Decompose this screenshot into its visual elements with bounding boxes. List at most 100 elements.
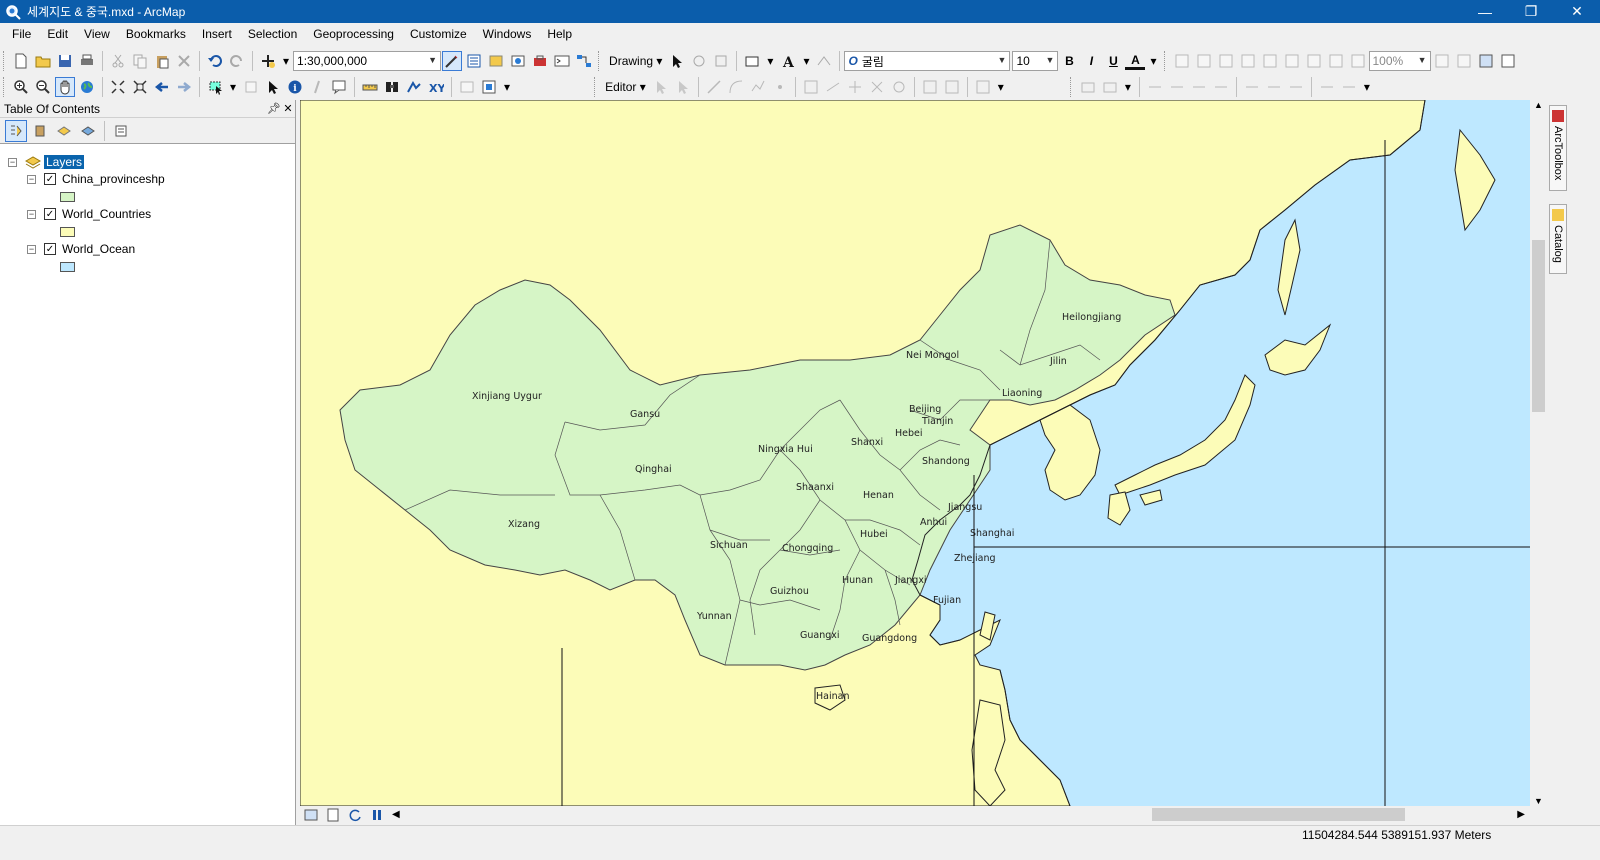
toggle-draft-icon[interactable]: [1432, 51, 1452, 71]
end-point-arc-icon[interactable]: [726, 77, 746, 97]
collapse-icon[interactable]: −: [27, 244, 36, 254]
trace-icon[interactable]: [748, 77, 768, 97]
cut-icon[interactable]: [108, 51, 128, 71]
identify-icon[interactable]: i: [285, 77, 305, 97]
edit-vertices-icon[interactable]: [814, 51, 834, 71]
font-color-button[interactable]: A: [1125, 52, 1146, 70]
editor-toolbar-toggle-icon[interactable]: [442, 51, 463, 71]
layer-row-world-ocean[interactable]: − ✓ World_Ocean: [27, 241, 135, 257]
map-topology-icon[interactable]: [1100, 77, 1120, 97]
layer-visibility-checkbox[interactable]: ✓: [44, 243, 56, 255]
zoom-whole-page-icon[interactable]: [1238, 51, 1258, 71]
focus-data-frame-icon[interactable]: [1454, 51, 1474, 71]
zoom-out-icon[interactable]: [33, 77, 53, 97]
open-folder-icon[interactable]: [33, 51, 53, 71]
collapse-icon[interactable]: −: [8, 157, 17, 167]
show-shared-features-icon[interactable]: [1167, 77, 1187, 97]
paste-icon[interactable]: [152, 51, 172, 71]
straight-segment-icon[interactable]: [704, 77, 724, 97]
list-by-visibility-icon[interactable]: [53, 120, 75, 142]
topology-edit-tool-icon[interactable]: [1145, 77, 1165, 97]
cut-polygons-icon[interactable]: [845, 77, 865, 97]
change-layout-icon[interactable]: [1476, 51, 1496, 71]
error-inspector-icon[interactable]: [1286, 77, 1306, 97]
table-of-contents-icon[interactable]: [464, 51, 484, 71]
layer-visibility-checkbox[interactable]: ✓: [44, 208, 56, 220]
menu-customize[interactable]: Customize: [402, 23, 475, 45]
add-data-dropdown-icon[interactable]: ▾: [279, 54, 293, 68]
add-data-icon[interactable]: [258, 51, 278, 71]
china-provinces-symbol[interactable]: [60, 192, 75, 202]
select-features-dropdown-icon[interactable]: ▾: [226, 80, 240, 94]
delete-icon[interactable]: [174, 51, 194, 71]
menu-insert[interactable]: Insert: [194, 23, 240, 45]
collapse-icon[interactable]: −: [27, 174, 36, 184]
toolbar-grip[interactable]: [1163, 51, 1168, 71]
list-by-drawing-order-icon[interactable]: [5, 119, 27, 142]
fixed-zoom-in-map-icon[interactable]: [108, 77, 128, 97]
map-horizontal-scrollbar[interactable]: ◀ ▶: [300, 806, 1547, 823]
font-name-combo[interactable]: O 굴림 ▼: [844, 51, 1011, 71]
select-elements-arrow-icon[interactable]: [263, 77, 283, 97]
zoom-percent-combo[interactable]: 100% ▼: [1368, 51, 1431, 71]
vertical-scroll-thumb[interactable]: [1532, 240, 1545, 412]
hyperlink-icon[interactable]: [307, 77, 327, 97]
time-slider-icon[interactable]: [457, 77, 477, 97]
model-builder-icon[interactable]: [574, 51, 594, 71]
menu-bookmarks[interactable]: Bookmarks: [118, 23, 194, 45]
create-features-icon[interactable]: [973, 77, 993, 97]
back-extent-icon[interactable]: [1326, 51, 1346, 71]
map-canvas[interactable]: [300, 100, 1530, 806]
attributes-icon[interactable]: [920, 77, 940, 97]
menu-windows[interactable]: Windows: [475, 23, 540, 45]
rectangle-icon[interactable]: [742, 51, 762, 71]
maximize-button[interactable]: ❐: [1508, 0, 1554, 23]
pause-drawing-icon[interactable]: [367, 805, 387, 825]
menu-edit[interactable]: Edit: [39, 23, 76, 45]
forward-extent-icon[interactable]: [1348, 51, 1368, 71]
toolbar-overflow-icon[interactable]: ▾: [500, 80, 514, 94]
edit-vertices-map-icon[interactable]: [801, 77, 821, 97]
fixed-zoom-in-icon[interactable]: [1282, 51, 1302, 71]
rotate-icon[interactable]: [689, 51, 709, 71]
toolbar-grip[interactable]: [3, 77, 7, 97]
edit-tool-icon[interactable]: [651, 77, 671, 97]
arctoolbox-icon[interactable]: [530, 51, 550, 71]
layer-name[interactable]: World_Ocean: [62, 242, 135, 256]
full-extent-globe-icon[interactable]: [77, 77, 97, 97]
forward-arrow-icon[interactable]: [174, 77, 194, 97]
data-driven-pages-icon[interactable]: [1498, 51, 1518, 71]
select-elements-icon[interactable]: [667, 51, 687, 71]
validate-topology-icon[interactable]: [1242, 77, 1262, 97]
catalog-window-icon[interactable]: [486, 51, 506, 71]
map-vertical-scrollbar[interactable]: ▲ ▼: [1530, 100, 1547, 806]
point-icon[interactable]: [770, 77, 790, 97]
layer-row-china-provinces[interactable]: − ✓ China_provinceshp: [27, 171, 165, 187]
drawing-menu[interactable]: Drawing ▾: [605, 54, 666, 68]
create-viewer-window-icon[interactable]: [479, 77, 499, 97]
underline-button[interactable]: U: [1103, 51, 1123, 71]
layout-view-icon[interactable]: [323, 805, 343, 825]
text-tool-icon[interactable]: A: [778, 51, 798, 71]
toolbar-grip[interactable]: [594, 77, 598, 97]
world-ocean-symbol[interactable]: [60, 262, 75, 272]
scroll-down-icon[interactable]: ▼: [1530, 796, 1547, 806]
zoom-in-icon[interactable]: [11, 77, 31, 97]
rectangle-dropdown-icon[interactable]: ▾: [763, 54, 777, 68]
font-color-dropdown-icon[interactable]: ▾: [1146, 54, 1160, 68]
layer-row-world-countries[interactable]: − ✓ World_Countries: [27, 206, 151, 222]
align-to-shape-icon[interactable]: [1189, 77, 1209, 97]
toolbar-overflow-icon[interactable]: ▾: [1360, 80, 1374, 94]
layout-zoom-out-icon[interactable]: [1194, 51, 1214, 71]
copy-icon[interactable]: [130, 51, 150, 71]
collapse-icon[interactable]: −: [27, 209, 36, 219]
list-by-selection-icon[interactable]: [77, 120, 99, 142]
zoom-to-elements-icon[interactable]: [711, 51, 731, 71]
layers-root-row[interactable]: − Layers: [8, 154, 85, 170]
topology-export-icon[interactable]: [1339, 77, 1359, 97]
layer-name[interactable]: China_provinceshp: [62, 172, 165, 186]
refresh-icon[interactable]: [345, 805, 365, 825]
html-popup-icon[interactable]: [329, 77, 349, 97]
redo-icon[interactable]: [227, 51, 247, 71]
go-to-xy-icon[interactable]: XY: [426, 77, 446, 97]
